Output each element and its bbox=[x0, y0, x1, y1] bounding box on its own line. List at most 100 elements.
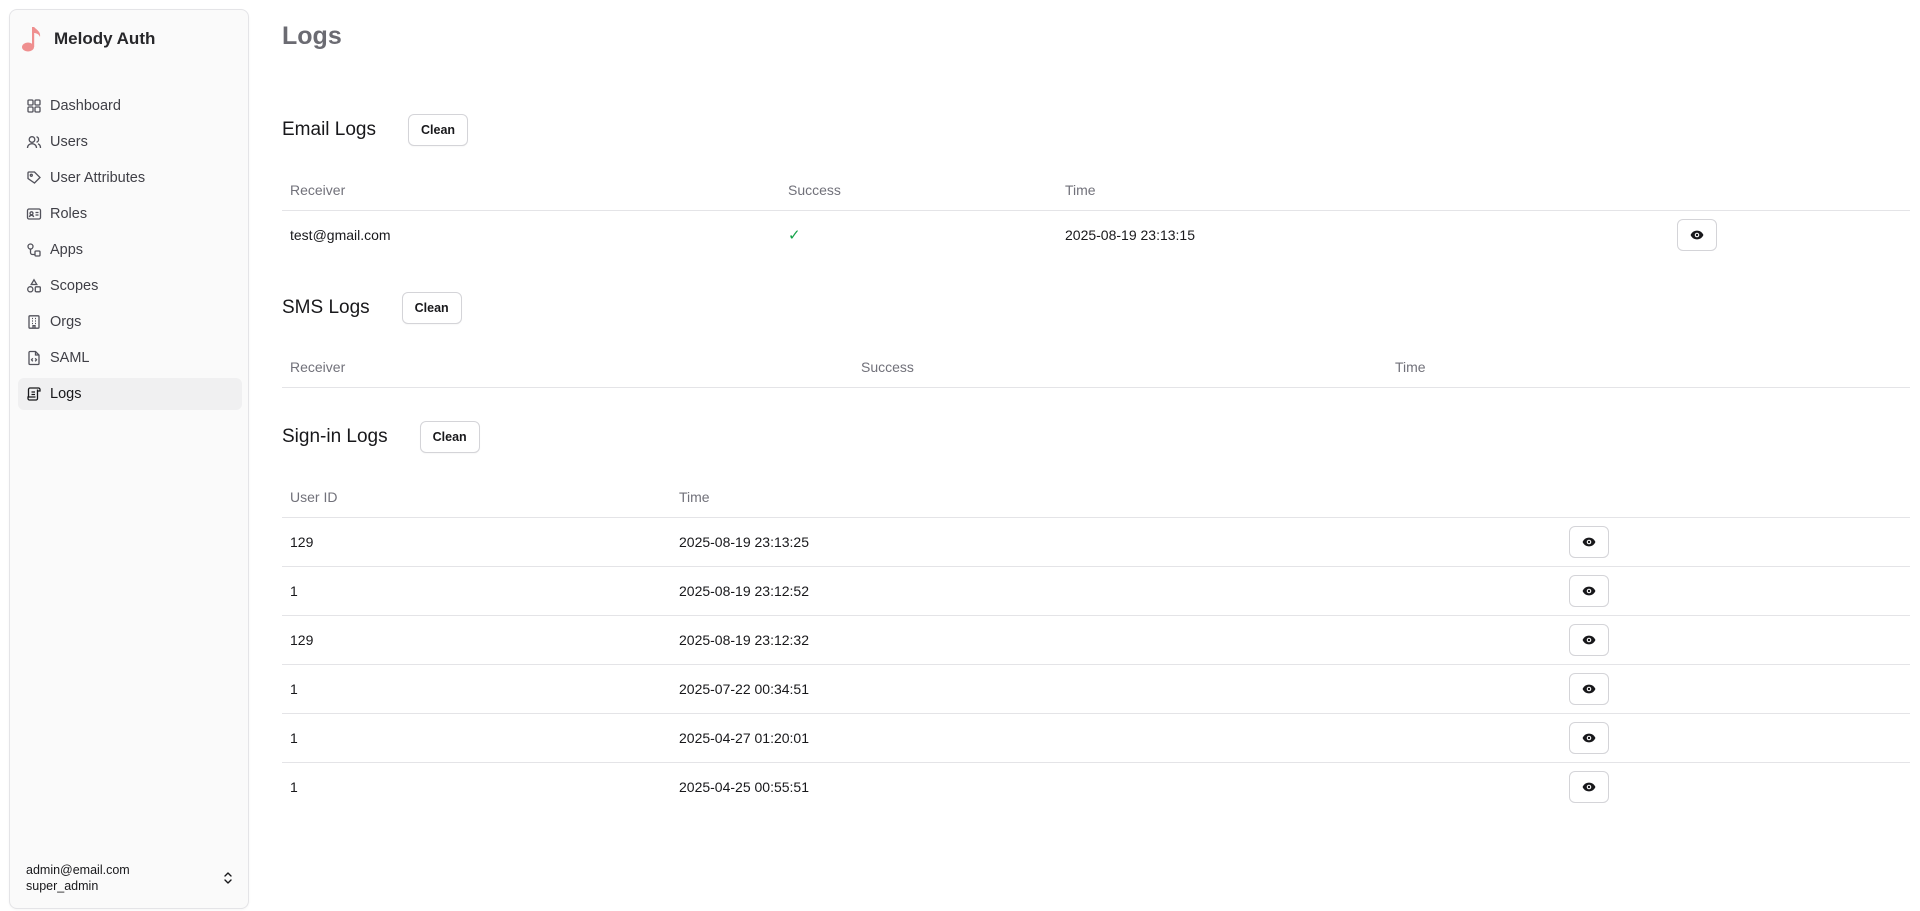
user-id-cell: 1 bbox=[290, 778, 298, 795]
user-email: admin@email.com bbox=[26, 863, 130, 877]
file-code-icon bbox=[26, 350, 42, 366]
view-signin-log-button[interactable] bbox=[1569, 770, 1609, 803]
user-info: admin@email.com super_admin bbox=[26, 862, 130, 894]
user-id-cell: 1 bbox=[282, 566, 671, 616]
user-role: super_admin bbox=[26, 879, 99, 893]
id-card-icon bbox=[26, 206, 42, 222]
sidebar-item-orgs[interactable]: Orgs bbox=[18, 306, 242, 338]
email-logs-title: Email Logs bbox=[282, 119, 376, 140]
eye-icon bbox=[1582, 733, 1596, 742]
sidebar-item-label: Apps bbox=[50, 242, 84, 258]
app-name: Melody Auth bbox=[54, 29, 156, 48]
user-id-cell: 1 bbox=[282, 664, 671, 714]
eye-icon bbox=[1582, 537, 1596, 546]
column-header-actions bbox=[1561, 477, 1910, 518]
time-cell: 2025-08-19 23:12:32 bbox=[671, 615, 1561, 665]
sms-logs-header: SMS Logs Clean bbox=[282, 292, 462, 324]
table-row: test@gmail.com ✓ 2025-08-19 23:13:15 bbox=[282, 210, 1910, 259]
sidebar-item-label: Scopes bbox=[50, 278, 99, 294]
sms-logs-clean-button[interactable]: Clean bbox=[401, 292, 462, 324]
eye-icon bbox=[1690, 230, 1704, 240]
actions-cell bbox=[1561, 762, 1910, 811]
view-signin-log-button[interactable] bbox=[1569, 623, 1609, 656]
column-header: Success bbox=[853, 347, 1387, 388]
dashboard-icon bbox=[26, 98, 42, 114]
column-header-actions bbox=[1669, 170, 1910, 211]
signin-logs-title: Sign-in Logs bbox=[282, 426, 388, 447]
scroll-icon bbox=[26, 386, 42, 402]
tag-icon bbox=[26, 170, 42, 186]
receiver-cell: test@gmail.com bbox=[290, 226, 391, 243]
actions-cell bbox=[1561, 713, 1910, 763]
eye-icon bbox=[1582, 586, 1596, 595]
sidebar-nav: Dashboard Users User Attributes Roles Ap… bbox=[18, 90, 242, 414]
user-id-cell: 129 bbox=[282, 615, 671, 665]
table-row: 129 2025-08-19 23:12:32 bbox=[282, 615, 1910, 665]
sidebar-item-label: Logs bbox=[50, 386, 82, 402]
table-row: 129 2025-08-19 23:13:25 bbox=[282, 517, 1910, 567]
sidebar-item-label: Users bbox=[50, 134, 88, 150]
actions-cell bbox=[1561, 615, 1910, 665]
view-signin-log-button[interactable] bbox=[1569, 672, 1609, 705]
time-cell: 2025-08-19 23:13:15 bbox=[1065, 226, 1195, 243]
table-header-row: User ID Time bbox=[282, 477, 1910, 518]
column-header: Receiver bbox=[282, 347, 853, 388]
success-check-icon: ✓ bbox=[788, 226, 801, 244]
table-header-row: Receiver Success Time bbox=[282, 347, 1910, 388]
sidebar-item-roles[interactable]: Roles bbox=[18, 198, 242, 230]
actions-cell bbox=[1561, 664, 1910, 714]
music-note-icon bbox=[20, 24, 44, 54]
email-logs-table: Receiver Success Time test@gmail.com ✓ 2… bbox=[282, 170, 1910, 259]
sidebar-item-scopes[interactable]: Scopes bbox=[18, 270, 242, 302]
sidebar-item-label: Orgs bbox=[50, 314, 82, 330]
sidebar-item-label: User Attributes bbox=[50, 170, 146, 186]
signin-logs-clean-button[interactable]: Clean bbox=[419, 421, 480, 453]
sidebar-item-logs[interactable]: Logs bbox=[18, 378, 242, 410]
time-cell: 2025-08-19 23:12:52 bbox=[671, 566, 1561, 616]
signin-logs-table: User ID Time 129 2025-08-19 23:13:25 1 2… bbox=[282, 477, 1910, 811]
column-header: Time bbox=[671, 477, 1561, 518]
eye-icon bbox=[1582, 782, 1596, 792]
view-signin-log-button[interactable] bbox=[1569, 721, 1609, 754]
eye-icon bbox=[1582, 684, 1596, 693]
column-header: Time bbox=[1387, 347, 1910, 388]
sidebar-item-dashboard[interactable]: Dashboard bbox=[18, 90, 242, 122]
sidebar-item-apps[interactable]: Apps bbox=[18, 234, 242, 266]
column-header: Success bbox=[780, 170, 1057, 211]
sidebar-item-label: Dashboard bbox=[50, 98, 121, 114]
column-header: Receiver bbox=[282, 170, 780, 211]
apps-icon bbox=[26, 242, 42, 258]
table-row: 1 2025-08-19 23:12:52 bbox=[282, 566, 1910, 616]
actions-cell bbox=[1561, 566, 1910, 616]
signin-logs-header: Sign-in Logs Clean bbox=[282, 421, 480, 453]
email-logs-clean-button[interactable]: Clean bbox=[408, 114, 469, 146]
table-row: 1 2025-04-25 00:55:51 bbox=[282, 762, 1910, 811]
table-row: 1 2025-04-27 01:20:01 bbox=[282, 713, 1910, 763]
sidebar-item-label: SAML bbox=[50, 350, 90, 366]
time-cell: 2025-07-22 00:34:51 bbox=[671, 664, 1561, 714]
view-signin-log-button[interactable] bbox=[1569, 525, 1609, 558]
user-id-cell: 129 bbox=[282, 517, 671, 567]
sidebar-item-users[interactable]: Users bbox=[18, 126, 242, 158]
time-cell: 2025-04-25 00:55:51 bbox=[679, 778, 809, 795]
table-row: 1 2025-07-22 00:34:51 bbox=[282, 664, 1910, 714]
user-menu[interactable]: admin@email.com super_admin bbox=[26, 862, 236, 894]
brand[interactable]: Melody Auth bbox=[20, 24, 155, 54]
email-logs-header: Email Logs Clean bbox=[282, 114, 469, 146]
actions-cell bbox=[1561, 517, 1910, 567]
building-icon bbox=[26, 314, 42, 330]
table-header-row: Receiver Success Time bbox=[282, 170, 1910, 211]
time-cell: 2025-04-27 01:20:01 bbox=[671, 713, 1561, 763]
column-header: User ID bbox=[282, 477, 671, 518]
view-signin-log-button[interactable] bbox=[1569, 574, 1609, 607]
actions-cell bbox=[1669, 210, 1910, 259]
eye-icon bbox=[1582, 635, 1596, 644]
user-id-cell: 1 bbox=[282, 713, 671, 763]
sidebar: Melody Auth Dashboard Users User Attribu… bbox=[9, 9, 249, 909]
column-header: Time bbox=[1057, 170, 1669, 211]
view-email-log-button[interactable] bbox=[1677, 218, 1717, 251]
sidebar-item-label: Roles bbox=[50, 206, 88, 222]
sms-logs-table: Receiver Success Time bbox=[282, 347, 1910, 388]
sidebar-item-user-attributes[interactable]: User Attributes bbox=[18, 162, 242, 194]
sidebar-item-saml[interactable]: SAML bbox=[18, 342, 242, 374]
